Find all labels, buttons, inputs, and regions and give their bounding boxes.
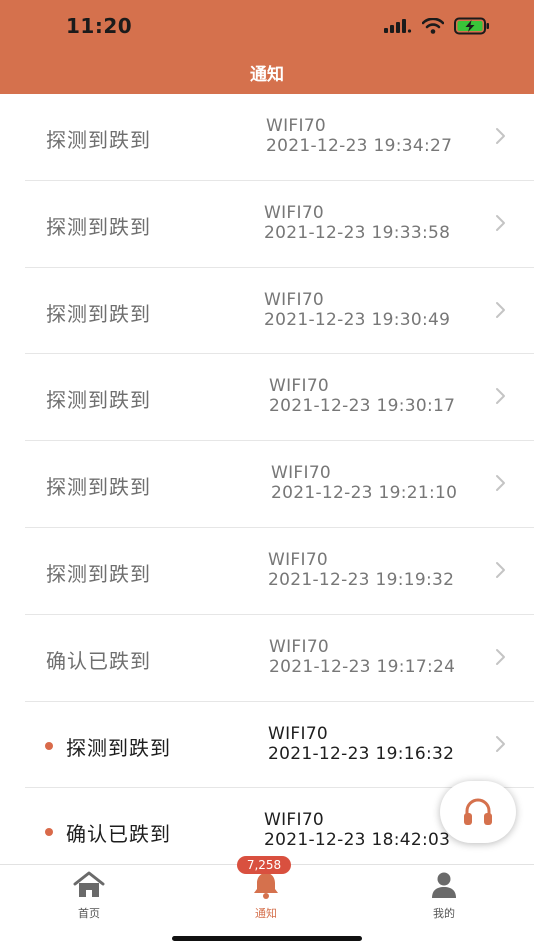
bell-icon [254, 873, 278, 899]
battery-charging-icon [454, 17, 489, 35]
tab-notifications-label: 通知 [255, 907, 277, 920]
notification-count-badge: 7,258 [237, 856, 291, 874]
notification-row[interactable]: 探测到跌到 WIFI70 2021-12-23 19:16:32 [0, 702, 534, 789]
tab-home[interactable]: 首页 [49, 871, 129, 921]
home-icon [73, 871, 105, 897]
chevron-right-icon [496, 475, 505, 492]
notification-info: WIFI70 2021-12-23 19:21:10 [271, 463, 457, 503]
notification-list: 探测到跌到 WIFI70 2021-12-23 19:34:27 探测到跌到 W… [0, 94, 534, 875]
tab-home-label: 首页 [78, 907, 100, 920]
notification-device: WIFI70 [268, 549, 329, 570]
chevron-right-icon [496, 214, 505, 231]
home-indicator [172, 936, 362, 941]
notification-device: WIFI70 [264, 289, 325, 310]
wifi-icon [422, 18, 444, 34]
notification-title: 探测到跌到 [46, 561, 151, 586]
notification-device: WIFI70 [271, 463, 332, 484]
notification-device: WIFI70 [268, 723, 329, 744]
notification-title: 探测到跌到 [46, 388, 151, 413]
chevron-right-icon [496, 128, 505, 144]
notification-info: WIFI70 2021-12-23 18:42:03 [264, 810, 450, 850]
chevron-right-icon [496, 301, 505, 318]
notification-time: 2021-12-23 19:19:32 [268, 569, 455, 590]
notification-row[interactable]: 探测到跌到 WIFI70 2021-12-23 19:30:49 [0, 268, 534, 355]
unread-dot [45, 828, 53, 837]
notification-title: 探测到跌到 [46, 301, 151, 326]
page-title: 通知 [250, 65, 284, 85]
notification-time: 2021-12-23 19:30:17 [269, 396, 456, 417]
notification-info: WIFI70 2021-12-23 19:30:17 [269, 376, 455, 416]
person-icon [432, 872, 456, 898]
notification-title: 确认已跌到 [66, 822, 171, 847]
chevron-right-icon [496, 388, 505, 405]
chevron-right-icon [496, 561, 505, 578]
tab-mine[interactable]: 我的 [404, 871, 484, 921]
notification-info: WIFI70 2021-12-23 19:33:58 [264, 203, 450, 243]
notification-row[interactable]: 探测到跌到 WIFI70 2021-12-23 19:21:10 [0, 441, 534, 528]
notification-info: WIFI70 2021-12-23 19:17:24 [269, 637, 455, 677]
notification-device: WIFI70 [264, 202, 325, 223]
notification-time: 2021-12-23 19:21:10 [271, 483, 458, 504]
notification-time: 2021-12-23 18:42:03 [264, 830, 451, 851]
notification-title: 探测到跌到 [46, 128, 151, 152]
notification-row[interactable]: 探测到跌到 WIFI70 2021-12-23 19:34:27 [0, 94, 534, 181]
unread-dot [45, 741, 53, 750]
notification-row[interactable]: 探测到跌到 WIFI70 2021-12-23 19:33:58 [0, 181, 534, 268]
notification-info: WIFI70 2021-12-23 19:19:32 [268, 550, 454, 590]
chevron-right-icon [496, 735, 505, 752]
customer-service-button[interactable] [440, 781, 516, 843]
notification-device: WIFI70 [269, 376, 330, 397]
tab-mine-label: 我的 [433, 907, 455, 920]
notification-info: WIFI70 2021-12-23 19:30:49 [264, 290, 450, 330]
chevron-right-icon [496, 648, 505, 665]
notification-title: 探测到跌到 [46, 475, 151, 500]
notification-info: WIFI70 2021-12-23 19:34:27 [266, 116, 452, 156]
notification-time: 2021-12-23 19:30:49 [264, 309, 451, 330]
notification-title: 探测到跌到 [66, 735, 171, 760]
notification-info: WIFI70 2021-12-23 19:16:32 [268, 724, 454, 764]
status-icons [384, 14, 490, 38]
header: 11:20 通知 [0, 0, 534, 94]
notification-time: 2021-12-23 19:34:27 [266, 136, 453, 156]
status-time: 11:20 [66, 14, 133, 38]
notification-device: WIFI70 [264, 810, 325, 831]
tab-notifications[interactable]: 通知 [226, 871, 306, 921]
notification-time: 2021-12-23 19:17:24 [269, 656, 456, 677]
notification-device: WIFI70 [269, 636, 330, 657]
notification-row[interactable]: 确认已跌到 WIFI70 2021-12-23 19:17:24 [0, 615, 534, 702]
notification-device: WIFI70 [266, 116, 327, 136]
notification-time: 2021-12-23 19:16:32 [268, 743, 455, 764]
cellular-signal-icon [384, 19, 412, 33]
notification-row[interactable]: 探测到跌到 WIFI70 2021-12-23 19:19:32 [0, 528, 534, 615]
notification-row[interactable]: 探测到跌到 WIFI70 2021-12-23 19:30:17 [0, 354, 534, 441]
notification-time: 2021-12-23 19:33:58 [264, 222, 451, 243]
notification-title: 探测到跌到 [46, 214, 151, 239]
notification-title: 确认已跌到 [46, 648, 151, 673]
headphones-icon [464, 798, 492, 825]
